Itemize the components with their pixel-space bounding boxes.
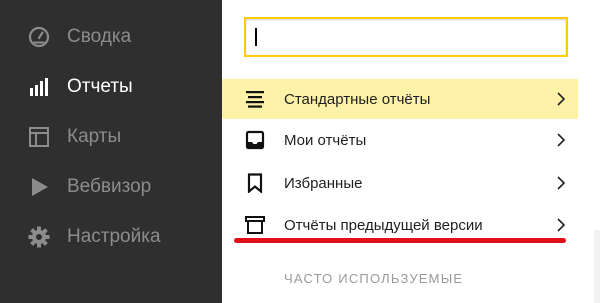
sidebar-item-webvisor[interactable]: Вебвизор — [0, 162, 222, 212]
gauge-icon — [28, 26, 50, 48]
bookmark-icon — [245, 173, 265, 194]
list-icon — [245, 89, 265, 109]
menu-item-label: Стандартные отчёты — [284, 90, 431, 108]
tray-icon — [245, 130, 265, 150]
text-caret — [255, 28, 257, 46]
scrollbar-track[interactable] — [594, 230, 600, 303]
sidebar-item-label: Отчеты — [67, 76, 133, 97]
chevron-right-icon — [556, 217, 566, 233]
menu-item-label: Мои отчёты — [284, 131, 367, 149]
frequently-used-heading: ЧАСТО ИСПОЛЬЗУЕМЫЕ — [284, 271, 464, 286]
sidebar-item-summary[interactable]: Сводка — [0, 12, 222, 62]
sidebar-item-settings[interactable]: Настройка — [0, 212, 222, 262]
menu-item-label: Избранные — [284, 174, 363, 192]
chevron-right-icon — [556, 132, 566, 148]
menu-item-my-reports[interactable]: Мои отчёты — [222, 120, 578, 160]
annotation-underline — [234, 238, 566, 243]
archive-icon — [245, 215, 265, 235]
chevron-right-icon — [556, 91, 566, 107]
menu-item-label: Отчёты предыдущей версии — [284, 216, 483, 234]
menu-item-standard-reports[interactable]: Стандартные отчёты — [222, 79, 578, 119]
sidebar-item-maps[interactable]: Карты — [0, 112, 222, 162]
sidebar-item-reports[interactable]: Отчеты — [0, 62, 222, 112]
search-field[interactable] — [244, 17, 568, 57]
sidebar-item-label: Сводка — [67, 26, 132, 47]
search-input[interactable] — [246, 19, 566, 55]
map-layout-icon — [28, 126, 50, 148]
chevron-right-icon — [556, 175, 566, 191]
reports-dropdown-panel: Стандартные отчёты Мои отчёты Избранные … — [222, 0, 600, 303]
menu-item-favorites[interactable]: Избранные — [222, 163, 578, 203]
sidebar-item-label: Настройка — [67, 226, 161, 247]
sidebar-item-label: Вебвизор — [67, 176, 152, 197]
sidebar-item-label: Карты — [67, 126, 122, 147]
gear-icon — [28, 226, 50, 248]
sidebar: Сводка Отчеты Карты Вебвизор Настройка — [0, 0, 222, 303]
bar-chart-icon — [28, 76, 50, 98]
play-icon — [28, 176, 50, 198]
